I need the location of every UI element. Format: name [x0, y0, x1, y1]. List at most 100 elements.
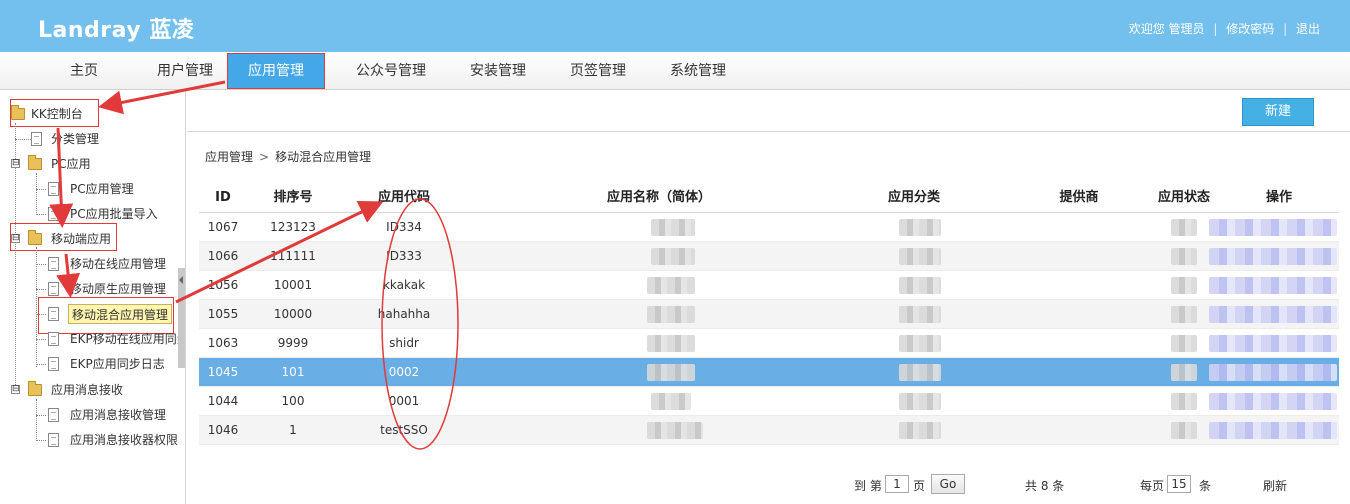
breadcrumb-current: 移动混合应用管理	[275, 150, 372, 164]
table-row[interactable]: 1066 111111 ID333	[199, 242, 1339, 271]
tree-node-pc-app-import[interactable]: PC应用批量导入	[70, 204, 158, 224]
cell-id: 1045	[207, 365, 239, 379]
logo-cn: 蓝凌	[149, 18, 195, 43]
redacted-name	[647, 277, 695, 294]
cell-order: 111111	[270, 249, 316, 263]
nav-tab-tabs[interactable]: 页签管理	[560, 52, 636, 90]
redacted-actions[interactable]	[1209, 364, 1337, 381]
nav-tab-users[interactable]: 用户管理	[145, 52, 225, 90]
per-page-input[interactable]: 15	[1167, 475, 1191, 493]
tree-node-pc-apps[interactable]: PC应用	[51, 154, 91, 174]
main-content: 新建 应用管理 > 移动混合应用管理 ID 排序号 应用代码 应用名称（简体） 应用…	[187, 91, 1350, 504]
tree-node-mobile-online[interactable]: 移动在线应用管理	[70, 254, 166, 274]
nav-tab-apps[interactable]: 应用管理	[227, 53, 325, 89]
tree-node-kk-console[interactable]: KK控制台	[31, 104, 83, 124]
tree-node-msg-receive[interactable]: 应用消息接收	[51, 380, 123, 400]
tree-node-mobile-apps[interactable]: 移动端应用	[51, 229, 111, 249]
app-header: Landray 蓝凌 欢迎您 管理员 | 修改密码 | 退出	[0, 0, 1350, 52]
redacted-name	[651, 248, 695, 265]
table-row[interactable]: 1063 9999 shidr	[199, 329, 1339, 358]
tree-node-category[interactable]: 分类管理	[51, 129, 99, 149]
header-links: 欢迎您 管理员 | 修改密码 | 退出	[1129, 20, 1320, 37]
cell-id: 1046	[207, 423, 239, 437]
app-table: ID 排序号 应用代码 应用名称（简体） 应用分类 提供商 应用状态 操作 10…	[199, 183, 1339, 445]
nav-tab-system[interactable]: 系统管理	[660, 52, 736, 90]
tree-node-pc-app-manage[interactable]: PC应用管理	[70, 179, 134, 199]
sidebar-collapse-handle[interactable]	[178, 268, 185, 368]
redacted-actions[interactable]	[1209, 219, 1337, 236]
cell-id: 1056	[207, 278, 239, 292]
tree-node-mobile-hybrid[interactable]: 移动混合应用管理	[68, 304, 173, 324]
column-header-status[interactable]: 应用状态	[1139, 183, 1229, 213]
collapse-toggle-icon[interactable]: ⊟	[11, 385, 20, 394]
redacted-category	[899, 335, 941, 352]
redacted-name	[651, 219, 695, 236]
table-row[interactable]: 1055 10000 hahahha	[199, 300, 1339, 329]
table-row[interactable]: 1044 100 0001	[199, 387, 1339, 416]
tree-node-msg-permission[interactable]: 应用消息接收器权限	[70, 430, 178, 450]
sidebar-tree: KK控制台 分类管理 ⊟ PC应用 PC应用管理 PC应用批量导入 ⊟ 移动端应…	[0, 91, 186, 504]
column-header-order[interactable]: 排序号	[247, 183, 339, 213]
redacted-actions[interactable]	[1209, 248, 1337, 265]
document-icon	[48, 357, 59, 371]
redacted-actions[interactable]	[1209, 422, 1337, 439]
table-body: 1067 123123 ID334 1066 111111 ID333 1056 10001 k…	[199, 213, 1339, 445]
tree-node-msg-manage[interactable]: 应用消息接收管理	[70, 405, 166, 425]
logout-link[interactable]: 退出	[1296, 22, 1320, 36]
logo: Landray 蓝凌	[38, 12, 194, 44]
breadcrumb-arrow: >	[259, 150, 270, 164]
redacted-actions[interactable]	[1209, 335, 1337, 352]
cell-order: 123123	[270, 220, 316, 234]
pagination: 到 第 1 页 Go 共 8 条 每页 15 条 刷新	[187, 473, 1350, 497]
redacted-actions[interactable]	[1209, 393, 1337, 410]
nav-tab-install[interactable]: 安装管理	[460, 52, 536, 90]
nav-tab-home[interactable]: 主页	[54, 52, 114, 90]
redacted-name	[651, 393, 691, 410]
table-row[interactable]: 1046 1 testSSO	[199, 416, 1339, 445]
redacted-status	[1171, 335, 1197, 352]
column-header-category[interactable]: 应用分类	[859, 183, 969, 213]
cell-id: 1055	[207, 307, 239, 321]
collapse-toggle-icon[interactable]: ⊟	[11, 159, 20, 168]
pager-goto-label: 到 第	[854, 479, 882, 493]
welcome-text: 欢迎您	[1128, 22, 1165, 36]
redacted-name	[647, 335, 695, 352]
table-row[interactable]: 1056 10001 kkakak	[199, 271, 1339, 300]
redacted-actions[interactable]	[1209, 306, 1337, 323]
go-button[interactable]: Go	[931, 474, 965, 494]
tree-line	[36, 415, 46, 416]
folder-open-icon	[28, 381, 42, 396]
column-header-id[interactable]: ID	[199, 183, 247, 213]
column-header-actions[interactable]: 操作	[1239, 183, 1319, 213]
tree-line	[36, 364, 46, 365]
refresh-link[interactable]: 刷新	[1263, 477, 1287, 494]
redacted-status	[1171, 219, 1197, 236]
nav-tab-official-accounts[interactable]: 公众号管理	[346, 52, 436, 90]
new-button[interactable]: 新建	[1242, 98, 1314, 126]
logo-latin: Landray	[38, 18, 142, 43]
column-header-code[interactable]: 应用代码	[349, 183, 459, 213]
table-row[interactable]: 1045 101 0002	[199, 358, 1339, 387]
column-header-name[interactable]: 应用名称（简体）	[579, 183, 739, 213]
collapse-toggle-icon[interactable]: ⊟	[11, 234, 20, 243]
current-user-link[interactable]: 管理员	[1169, 22, 1205, 36]
breadcrumb-parent[interactable]: 应用管理	[205, 150, 253, 164]
table-row[interactable]: 1067 123123 ID334	[199, 213, 1339, 242]
redacted-actions[interactable]	[1209, 277, 1337, 294]
cell-order: 100	[281, 394, 305, 408]
page-number-input[interactable]: 1	[885, 475, 909, 493]
tree-node-ekp-sync[interactable]: EKP移动在线应用同步	[70, 329, 178, 349]
redacted-category	[899, 277, 941, 294]
column-header-provider[interactable]: 提供商	[1029, 183, 1129, 213]
tree-node-mobile-native[interactable]: 移动原生应用管理	[70, 279, 166, 299]
redacted-status	[1171, 364, 1197, 381]
tree-node-ekp-sync-log[interactable]: EKP应用同步日志	[70, 354, 165, 374]
cell-order: 10000	[273, 307, 313, 321]
main-nav: 主页 用户管理 应用管理 公众号管理 安装管理 页签管理 系统管理	[0, 52, 1350, 90]
change-password-link[interactable]: 修改密码	[1226, 22, 1274, 36]
tree-line	[36, 173, 37, 215]
redacted-name	[647, 364, 695, 381]
folder-open-icon	[28, 230, 42, 245]
redacted-status	[1171, 393, 1197, 410]
cell-code: shidr	[389, 336, 419, 350]
